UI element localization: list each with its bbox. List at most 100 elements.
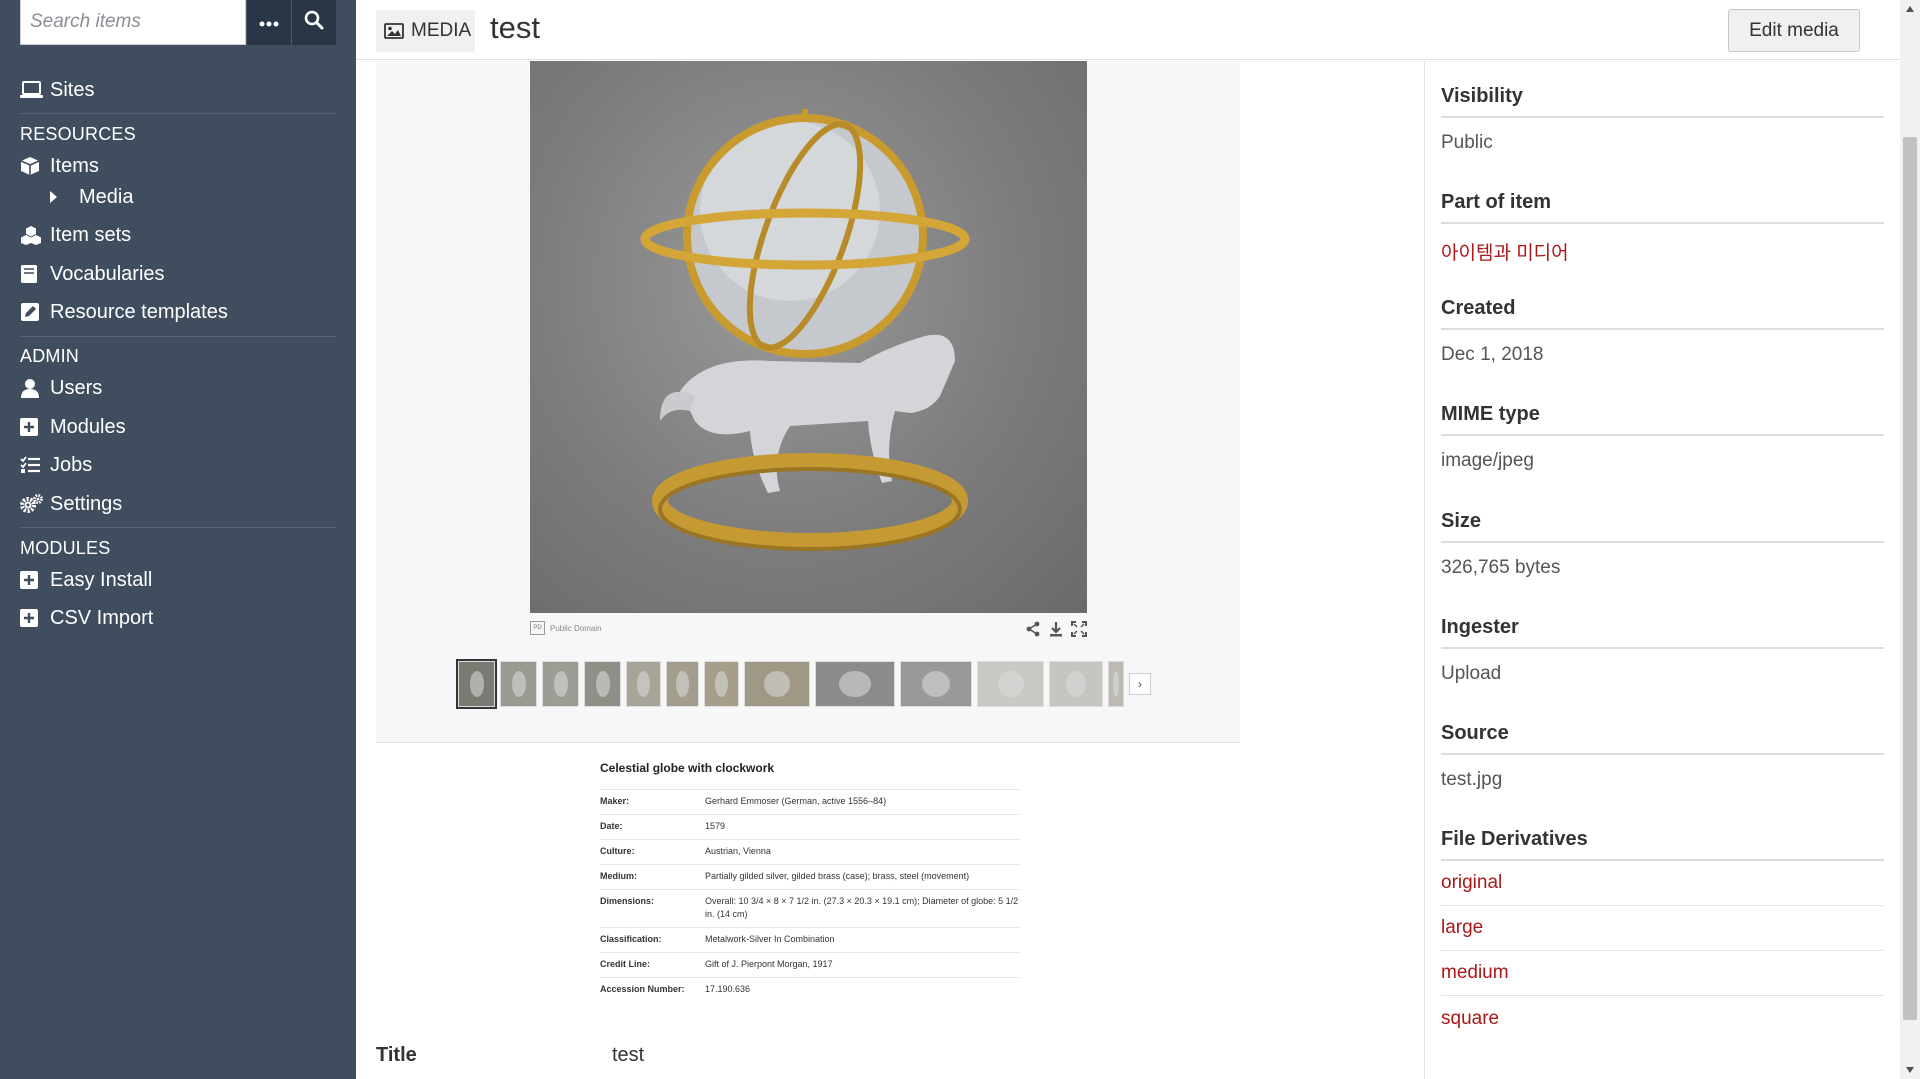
thumbnail[interactable]	[815, 661, 895, 707]
object-info-table: Maker: Gerhard Emmoser (German, active 15…	[600, 789, 1020, 1002]
ellipsis-icon	[259, 14, 279, 32]
info-value: Overall: 10 3/4 × 8 × 7 1/2 in. (27.3 × …	[705, 896, 1019, 919]
meta-label: Part of item	[1441, 191, 1884, 224]
caret-right-icon	[50, 191, 57, 203]
scroll-down-arrow-icon[interactable]	[1900, 1061, 1920, 1079]
info-label: Culture:	[600, 846, 635, 856]
divider	[20, 336, 336, 337]
metadata-sidebar: Visibility Public Part of item 아이템과 미디어 …	[1424, 61, 1900, 1079]
sidebar-item-media[interactable]: Media	[50, 182, 133, 212]
derivative-link-large[interactable]: large	[1441, 906, 1884, 951]
meta-part-of-item: Part of item 아이템과 미디어	[1441, 191, 1884, 265]
scrollbar-thumb[interactable]	[1903, 137, 1917, 1020]
meta-label: Visibility	[1441, 85, 1884, 118]
edit-media-button[interactable]: Edit media	[1728, 9, 1860, 52]
derivative-link-original[interactable]: original	[1441, 861, 1884, 906]
thumbnail[interactable]	[584, 661, 621, 707]
derivative-link-square[interactable]: square	[1441, 996, 1884, 1041]
search-form	[20, 0, 336, 45]
user-icon	[20, 377, 45, 399]
sidebar-item-resource-templates[interactable]: Resource templates	[20, 297, 228, 327]
thumbnail[interactable]	[900, 661, 972, 707]
sidebar-item-vocabularies[interactable]: Vocabularies	[20, 259, 165, 289]
resource-type-badge: MEDIA	[376, 10, 475, 52]
meta-label: Size	[1441, 510, 1884, 543]
page-title: test	[490, 10, 540, 45]
thumbnails-next-button[interactable]: ›	[1129, 673, 1151, 695]
resource-type-label: MEDIA	[411, 20, 472, 41]
meta-ingester: Ingester Upload	[1441, 616, 1884, 685]
sidebar-item-settings[interactable]: Settings	[20, 489, 122, 519]
info-row: Maker: Gerhard Emmoser (German, active 15…	[600, 789, 1020, 814]
meta-value: Dec 1, 2018	[1441, 344, 1544, 365]
info-label: Credit Line:	[600, 959, 651, 969]
thumbnail[interactable]	[666, 661, 699, 707]
edit-icon	[20, 301, 45, 323]
sidebar-item-users[interactable]: Users	[20, 373, 102, 403]
parent-item-link[interactable]: 아이템과 미디어	[1441, 238, 1884, 265]
meta-value: test.jpg	[1441, 769, 1503, 790]
thumbnail[interactable]	[1049, 661, 1103, 707]
sidebar-item-label: Easy Install	[50, 568, 153, 591]
page-header: MEDIA test Edit media	[356, 0, 1900, 60]
info-row: Accession Number: 17.190.636	[600, 977, 1020, 1002]
public-domain-icon: PD	[530, 621, 545, 635]
main-image[interactable]	[530, 61, 1087, 613]
divider	[20, 527, 336, 528]
section-heading-resources: RESOURCES	[20, 124, 136, 144]
scroll-up-arrow-icon[interactable]	[1900, 0, 1920, 18]
divider	[20, 113, 336, 114]
info-value: 17.190.636	[705, 984, 751, 994]
rights-label: Public Domain	[550, 623, 602, 633]
info-value: Metalwork-Silver In Combination	[705, 934, 835, 944]
meta-value: image/jpeg	[1441, 450, 1534, 471]
sidebar-item-jobs[interactable]: Jobs	[20, 450, 92, 480]
search-input[interactable]	[20, 0, 246, 45]
search-button[interactable]	[291, 0, 336, 45]
info-row: Culture: Austrian, Vienna	[600, 839, 1020, 864]
meta-visibility: Visibility Public	[1441, 85, 1884, 154]
thumbnail[interactable]	[456, 659, 497, 709]
sidebar-item-easy-install[interactable]: Easy Install	[20, 565, 152, 595]
sidebar-item-modules[interactable]: Modules	[20, 412, 126, 442]
meta-created: Created Dec 1, 2018	[1441, 297, 1884, 366]
thumbnail[interactable]	[704, 661, 739, 707]
sidebar-item-csv-import[interactable]: CSV Import	[20, 603, 153, 633]
info-row: Date: 1579	[600, 814, 1020, 839]
thumbnail[interactable]	[1108, 661, 1124, 707]
meta-value: 326,765 bytes	[1441, 557, 1561, 578]
info-label: Dimensions:	[600, 896, 655, 906]
meta-size: Size 326,765 bytes	[1441, 510, 1884, 579]
info-value: Gift of J. Pierpont Morgan, 1917	[705, 959, 833, 969]
sidebar-item-items[interactable]: Items	[20, 151, 99, 181]
derivative-link-medium[interactable]: medium	[1441, 951, 1884, 996]
image-viewer: PD Public Domain ›	[376, 61, 1240, 743]
meta-label: Created	[1441, 297, 1884, 330]
info-label: Medium:	[600, 871, 637, 881]
main-content: PD Public Domain › Celestial globe with …	[356, 61, 1424, 1079]
thumbnail[interactable]	[744, 661, 810, 707]
image-icon	[384, 23, 404, 39]
cube-icon	[20, 155, 45, 177]
share-icon[interactable]	[1025, 621, 1041, 642]
meta-label: MIME type	[1441, 403, 1884, 436]
thumbnail[interactable]	[626, 661, 661, 707]
sidebar: Sites RESOURCES Items Media Item sets Vo…	[0, 0, 356, 1079]
fullscreen-icon[interactable]	[1071, 621, 1087, 642]
advanced-search-button[interactable]	[246, 0, 291, 45]
sidebar-item-label: Settings	[50, 492, 123, 515]
thumbnail[interactable]	[977, 661, 1044, 707]
meta-source: Source test.jpg	[1441, 722, 1884, 791]
sidebar-item-sites[interactable]: Sites	[20, 75, 94, 105]
thumbnail[interactable]	[542, 661, 579, 707]
page-scrollbar[interactable]	[1900, 0, 1920, 1079]
section-heading-admin: ADMIN	[20, 346, 79, 366]
section-heading-modules: MODULES	[20, 538, 111, 558]
thumbnail[interactable]	[500, 661, 537, 707]
download-icon[interactable]	[1048, 621, 1064, 642]
sidebar-item-label: Vocabularies	[50, 262, 165, 285]
meta-label: Ingester	[1441, 616, 1884, 649]
sidebar-item-item-sets[interactable]: Item sets	[20, 220, 131, 250]
sidebar-item-label: Media	[79, 185, 134, 208]
meta-value: Public	[1441, 132, 1493, 153]
